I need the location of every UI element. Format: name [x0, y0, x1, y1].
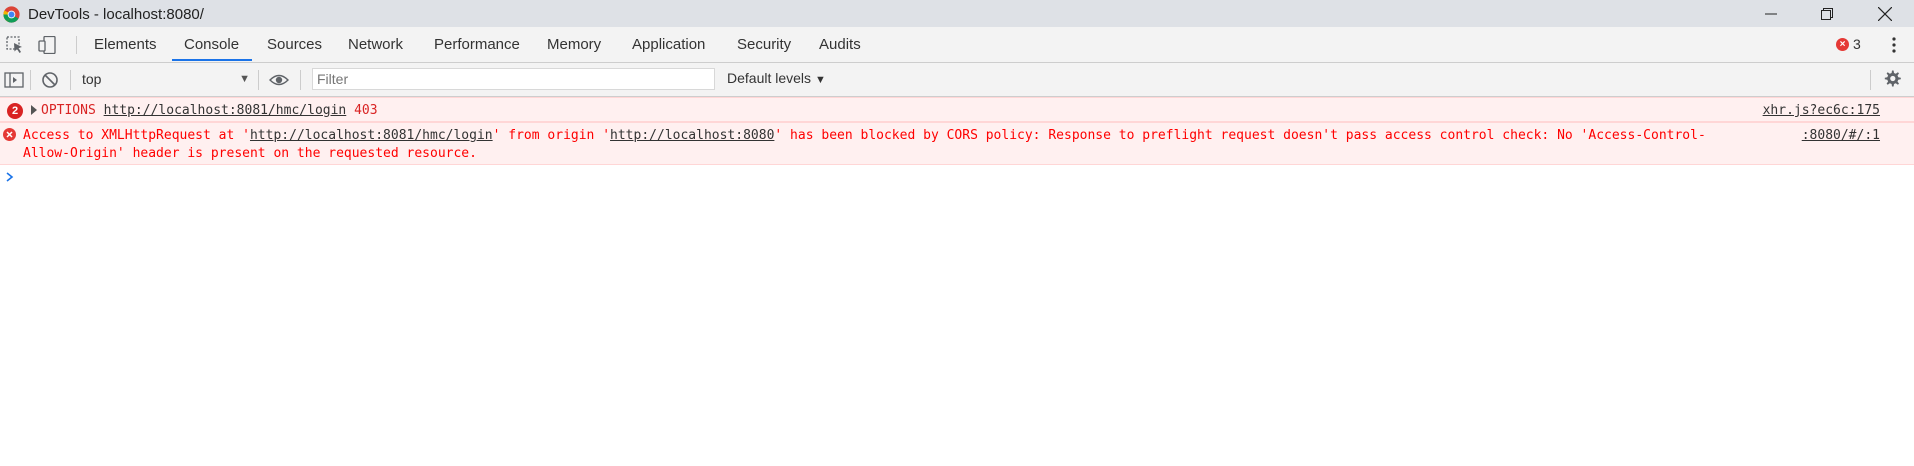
tab-memory[interactable]: Memory: [547, 27, 601, 62]
close-icon: [1878, 6, 1892, 21]
more-options-icon[interactable]: [1891, 36, 1897, 54]
toolbar-divider: [76, 36, 77, 54]
window-title-bar: DevTools - localhost:8080/: [0, 0, 1914, 27]
log-levels-label: Default levels: [727, 70, 812, 86]
chrome-logo-icon: [3, 6, 20, 23]
message-source-link[interactable]: xhr.js?ec6c:175: [1763, 103, 1880, 118]
device-toolbar-icon[interactable]: [38, 36, 56, 54]
restore-button[interactable]: [1804, 0, 1850, 27]
log-levels-dropdown[interactable]: Default levels ▼: [727, 70, 826, 86]
tab-network[interactable]: Network: [348, 27, 403, 62]
toolbar-divider: [70, 70, 71, 90]
error-icon: [3, 128, 16, 141]
toolbar-divider: [258, 70, 259, 90]
window-title: DevTools - localhost:8080/: [28, 6, 204, 23]
expand-triangle-icon[interactable]: [31, 105, 37, 115]
minimize-button[interactable]: [1748, 0, 1794, 27]
message-text-part: Access to XMLHttpRequest at ': [23, 128, 250, 143]
execution-context-select[interactable]: top ▼: [82, 69, 250, 90]
console-settings-gear-icon[interactable]: [1882, 69, 1902, 89]
toolbar-divider: [1870, 70, 1871, 90]
live-expression-eye-icon[interactable]: [269, 70, 289, 90]
console-message-row[interactable]: Access to XMLHttpRequest at 'http://loca…: [0, 122, 1914, 165]
message-method: OPTIONS: [41, 103, 104, 118]
message-text: Access to XMLHttpRequest at 'http://loca…: [23, 127, 1743, 163]
filter-input[interactable]: [312, 68, 715, 90]
dropdown-caret-icon: ▼: [815, 74, 826, 86]
tab-performance[interactable]: Performance: [434, 27, 520, 62]
tab-security[interactable]: Security: [737, 27, 791, 62]
toolbar-divider: [30, 70, 31, 90]
tab-console[interactable]: Console: [184, 27, 239, 62]
error-icon: ×: [1836, 37, 1849, 51]
repeat-count-badge: 2: [7, 103, 23, 119]
active-tab-indicator: [172, 59, 252, 61]
console-message-row[interactable]: 2 OPTIONS http://localhost:8081/hmc/logi…: [0, 97, 1914, 122]
close-window-button[interactable]: [1862, 0, 1908, 27]
tab-elements[interactable]: Elements: [94, 27, 157, 62]
message-source-link[interactable]: :8080/#/:1: [1802, 128, 1880, 143]
tab-audits[interactable]: Audits: [819, 27, 861, 62]
clear-console-icon[interactable]: [40, 70, 60, 90]
dropdown-caret-icon: ▼: [239, 73, 250, 85]
show-sidebar-icon[interactable]: [4, 70, 24, 90]
devtools-tab-bar: Elements Console Sources Network Perform…: [0, 27, 1914, 63]
message-origin-link[interactable]: http://localhost:8080: [610, 128, 774, 143]
message-text: OPTIONS http://localhost:8081/hmc/login …: [41, 103, 378, 118]
restore-icon: [1821, 7, 1833, 20]
execution-context-value: top: [82, 71, 102, 87]
error-count: 3: [1853, 36, 1861, 52]
toolbar-divider: [300, 70, 301, 90]
message-status: 403: [346, 103, 378, 118]
console-prompt-chevron-icon[interactable]: [5, 171, 15, 183]
minimize-icon: [1765, 13, 1777, 14]
error-count-badge[interactable]: × 3: [1836, 36, 1861, 52]
tab-application[interactable]: Application: [632, 27, 705, 62]
console-toolbar: top ▼ Default levels▼: [0, 63, 1914, 97]
message-url-link[interactable]: http://localhost:8081/hmc/login: [250, 128, 493, 143]
inspect-element-icon[interactable]: [6, 36, 24, 54]
message-text-part: ' from origin ': [492, 128, 611, 143]
message-url-link[interactable]: http://localhost:8081/hmc/login: [104, 103, 347, 118]
tab-sources[interactable]: Sources: [267, 27, 322, 62]
